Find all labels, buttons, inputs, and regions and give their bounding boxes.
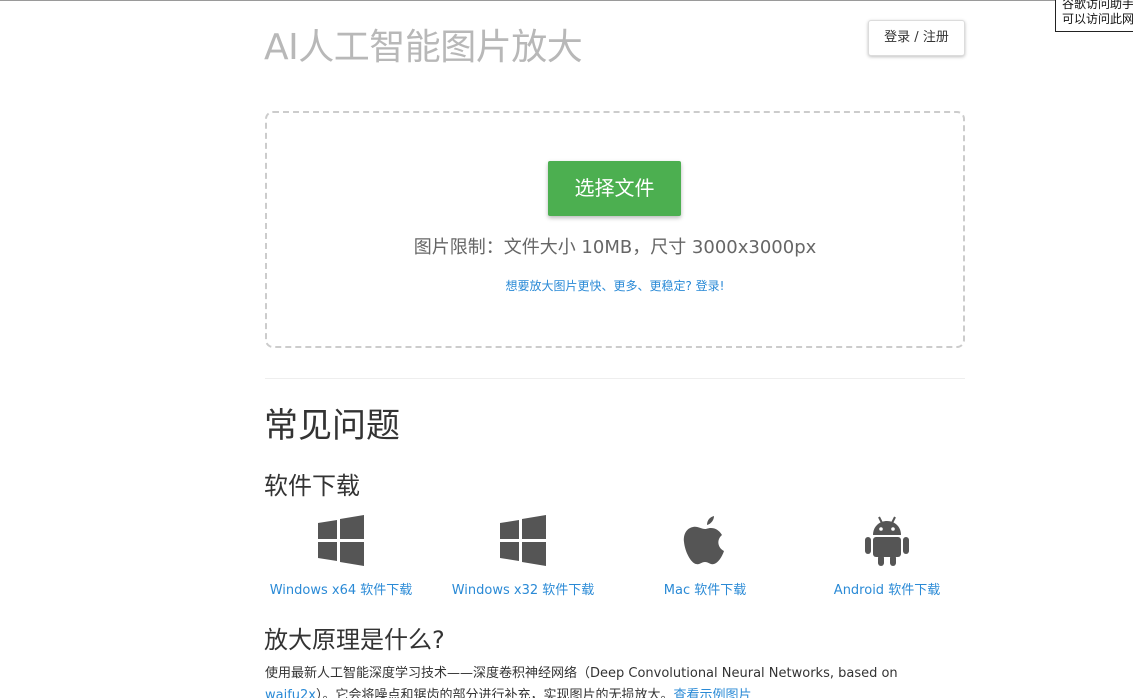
- principle-text-part1: 使用最新人工智能深度学习技术——深度卷积神经网络（Deep Convolutio…: [265, 666, 898, 681]
- upload-dropzone[interactable]: [265, 111, 965, 348]
- download-mac[interactable]: Mac 软件下载: [615, 515, 795, 605]
- upload-limit-text: 图片限制：文件大小 10MB，尺寸 3000x3000px: [413, 237, 817, 258]
- download-label: Mac 软件下载: [663, 583, 747, 598]
- download-windows-x64[interactable]: Windows x64 软件下载: [251, 515, 431, 605]
- example-images-link[interactable]: 查看示例图片: [674, 688, 752, 698]
- windows-icon: [500, 515, 546, 566]
- extension-tooltip: 谷歌访问助手 可以访问此网: [1055, 0, 1133, 32]
- section-divider: [265, 378, 965, 379]
- download-label: Windows x64 软件下载: [269, 583, 413, 598]
- faq-heading: 常见问题: [264, 406, 400, 446]
- login-prompt-link[interactable]: 想要放大图片更快、更多、更稳定? 登录!: [265, 277, 965, 294]
- window-top-border: [0, 0, 1133, 1]
- choose-file-button[interactable]: 选择文件: [548, 161, 681, 216]
- windows-icon: [318, 515, 364, 566]
- apple-icon: [683, 516, 724, 565]
- tooltip-line-2: 可以访问此网: [1062, 12, 1133, 26]
- download-heading: 软件下载: [264, 472, 360, 500]
- download-windows-x32[interactable]: Windows x32 软件下载: [433, 515, 613, 605]
- android-icon: [865, 516, 909, 566]
- principle-text-part2: ）。它会将噪点和锯齿的部分进行补充，实现图片的无损放大。: [316, 688, 674, 698]
- waifu2x-link[interactable]: waifu2x: [265, 688, 316, 698]
- login-register-button[interactable]: 登录 / 注册: [868, 20, 965, 56]
- download-label: Windows x32 软件下载: [451, 583, 595, 598]
- principle-heading: 放大原理是什么?: [264, 626, 445, 654]
- download-label: Android 软件下载: [833, 583, 941, 598]
- page-title: AI人工智能图片放大: [264, 27, 583, 68]
- tooltip-line-1: 谷歌访问助手: [1062, 0, 1133, 11]
- download-android[interactable]: Android 软件下载: [797, 515, 977, 605]
- principle-paragraph: 使用最新人工智能深度学习技术——深度卷积神经网络（Deep Convolutio…: [265, 663, 965, 698]
